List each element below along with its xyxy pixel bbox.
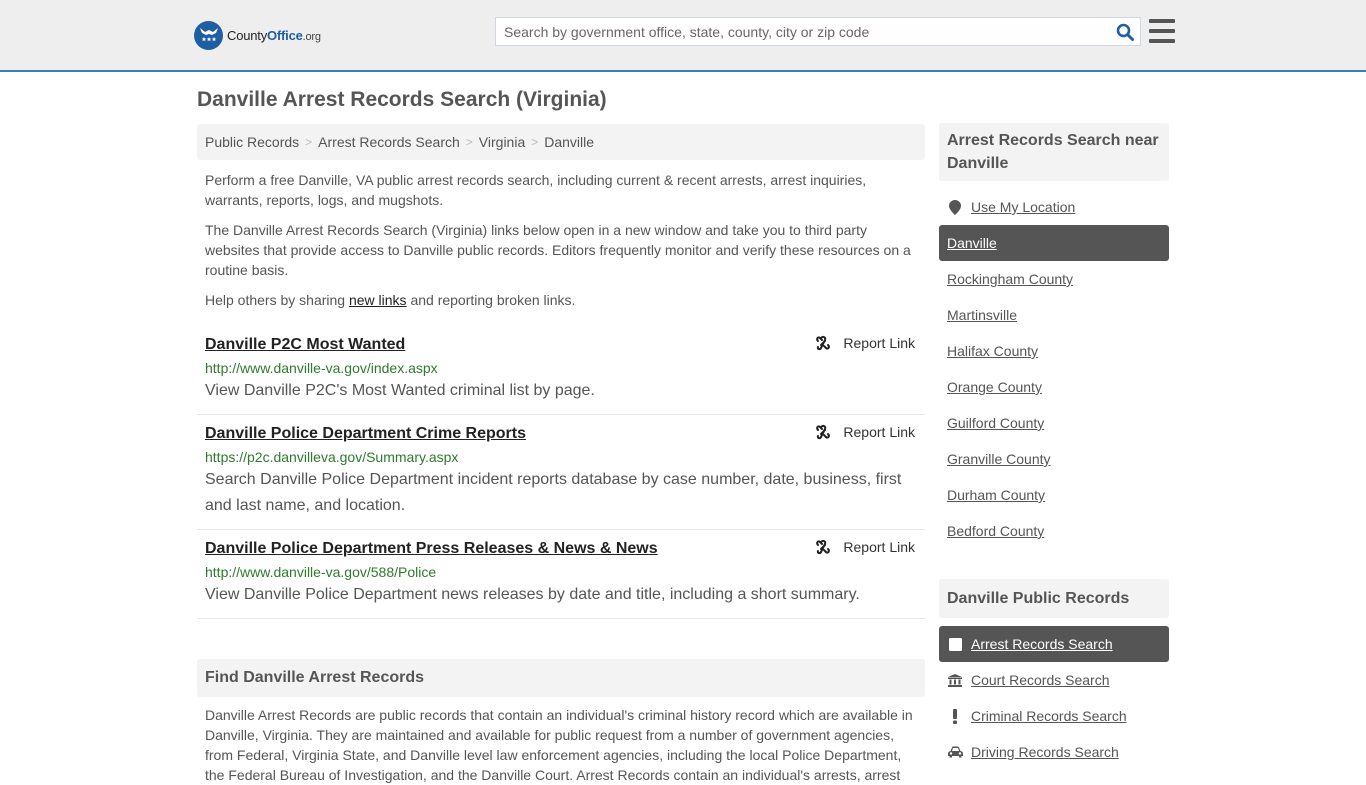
menu-bar: [1149, 39, 1175, 43]
listing-title-link[interactable]: Danville P2C Most Wanted: [205, 334, 405, 356]
report-link-button[interactable]: Report Link: [815, 539, 915, 555]
nearby-link[interactable]: Bedford County: [947, 523, 1044, 539]
find-records-body: Danville Arrest Records are public recor…: [205, 707, 913, 783]
public-records-list: Arrest Records Search Court Records Sear…: [939, 626, 1169, 770]
map-marker-icon: [947, 199, 963, 215]
nearby-item-guilford-county[interactable]: Guilford County: [939, 405, 1169, 441]
listing-url: https://p2c.danvilleva.gov/Summary.aspx: [205, 449, 459, 465]
site-header: CountyOffice.org: [0, 0, 1366, 72]
use-my-location-item: Use My Location: [939, 189, 1169, 225]
listing-item: Danville Police Department Crime Reports…: [197, 415, 925, 530]
breadcrumb-public-records[interactable]: Public Records: [205, 134, 299, 150]
nearby-link[interactable]: Rockingham County: [947, 271, 1073, 287]
nearby-link[interactable]: Orange County: [947, 379, 1042, 395]
intro-paragraph: The Danville Arrest Records Search (Virg…: [205, 222, 911, 278]
nearby-list: Use My Location Danville Rockingham Coun…: [939, 189, 1169, 549]
nearby-link[interactable]: Granville County: [947, 451, 1051, 467]
broken-link-icon: [816, 335, 831, 351]
page-title: Danville Arrest Records Search (Virginia…: [197, 88, 607, 111]
intro-section: Perform a free Danville, VA public arres…: [197, 170, 925, 310]
nearby-link[interactable]: Danville: [947, 235, 997, 251]
find-records-heading: Find Danville Arrest Records: [197, 659, 925, 697]
public-records-link[interactable]: Criminal Records Search: [971, 708, 1127, 724]
nearby-item-granville-county[interactable]: Granville County: [939, 441, 1169, 477]
breadcrumb-virginia[interactable]: Virginia: [479, 134, 525, 150]
listing-description: View Danville P2C's Most Wanted criminal…: [205, 382, 595, 399]
hamburger-menu-icon[interactable]: [1149, 19, 1175, 43]
site-logo[interactable]: CountyOffice.org: [194, 20, 321, 50]
menu-bar: [1149, 29, 1175, 33]
nearby-heading: Arrest Records Search near Danville: [939, 123, 1169, 181]
search-bar: [495, 17, 1141, 46]
public-records-link[interactable]: Arrest Records Search: [971, 636, 1113, 652]
listing-title-link[interactable]: Danville Police Department Press Release…: [205, 538, 658, 560]
listing-item: Danville P2C Most Wanted http://www.danv…: [197, 326, 925, 415]
breadcrumb: Public Records > Arrest Records Search >…: [197, 124, 925, 160]
main-content: Public Records > Arrest Records Search >…: [197, 124, 925, 785]
listing-item: Danville Police Department Press Release…: [197, 530, 925, 619]
listing-url: http://www.danville-va.gov/index.aspx: [205, 360, 438, 376]
search-input[interactable]: [496, 18, 1110, 45]
listing-title-link[interactable]: Danville Police Department Crime Reports: [205, 423, 526, 445]
report-link-button[interactable]: Report Link: [815, 335, 915, 351]
courthouse-icon: [947, 673, 963, 687]
public-records-item-driving[interactable]: Driving Records Search: [939, 734, 1169, 770]
nearby-item-durham-county[interactable]: Durham County: [939, 477, 1169, 513]
broken-link-icon: [816, 424, 831, 440]
breadcrumb-separator: >: [305, 135, 313, 149]
nearby-link[interactable]: Durham County: [947, 487, 1045, 503]
nearby-item-orange-county[interactable]: Orange County: [939, 369, 1169, 405]
public-records-heading: Danville Public Records: [939, 579, 1169, 618]
search-icon: [1116, 23, 1134, 41]
eagle-logo-icon: [194, 20, 223, 50]
exclamation-icon: [947, 708, 963, 724]
public-records-link[interactable]: Court Records Search: [971, 672, 1110, 688]
breadcrumb-arrest-records-search[interactable]: Arrest Records Search: [318, 134, 460, 150]
public-records-item-criminal[interactable]: Criminal Records Search: [939, 698, 1169, 734]
breadcrumb-separator: >: [465, 135, 473, 149]
menu-bar: [1149, 19, 1175, 23]
new-links-link[interactable]: new links: [349, 292, 407, 308]
search-button[interactable]: [1110, 18, 1140, 45]
public-records-item-court[interactable]: Court Records Search: [939, 662, 1169, 698]
breadcrumb-separator: >: [531, 135, 539, 149]
listing-url: http://www.danville-va.gov/588/Police: [205, 564, 437, 580]
nearby-item-bedford-county[interactable]: Bedford County: [939, 513, 1169, 549]
car-icon: [947, 746, 963, 758]
nearby-link[interactable]: Martinsville: [947, 307, 1017, 323]
sharing-paragraph: Help others by sharing new links and rep…: [205, 292, 576, 308]
nearby-item-halifax-county[interactable]: Halifax County: [939, 333, 1169, 369]
listing-description: View Danville Police Department news rel…: [205, 586, 860, 603]
listing-description: Search Danville Police Department incide…: [205, 471, 902, 514]
use-my-location-link[interactable]: Use My Location: [971, 199, 1075, 215]
nearby-item-danville[interactable]: Danville: [939, 225, 1169, 261]
nearby-link[interactable]: Halifax County: [947, 343, 1038, 359]
report-link-button[interactable]: Report Link: [815, 424, 915, 440]
public-records-link[interactable]: Driving Records Search: [971, 744, 1119, 760]
nearby-link[interactable]: Guilford County: [947, 415, 1044, 431]
breadcrumb-danville[interactable]: Danville: [544, 134, 594, 150]
broken-link-icon: [816, 539, 831, 555]
square-icon: [947, 637, 963, 651]
nearby-item-martinsville[interactable]: Martinsville: [939, 297, 1169, 333]
logo-text: CountyOffice.org: [227, 27, 321, 43]
intro-paragraph: Perform a free Danville, VA public arres…: [205, 172, 867, 208]
public-records-item-arrest[interactable]: Arrest Records Search: [939, 626, 1169, 662]
sidebar: Arrest Records Search near Danville Use …: [939, 123, 1169, 770]
nearby-item-rockingham-county[interactable]: Rockingham County: [939, 261, 1169, 297]
